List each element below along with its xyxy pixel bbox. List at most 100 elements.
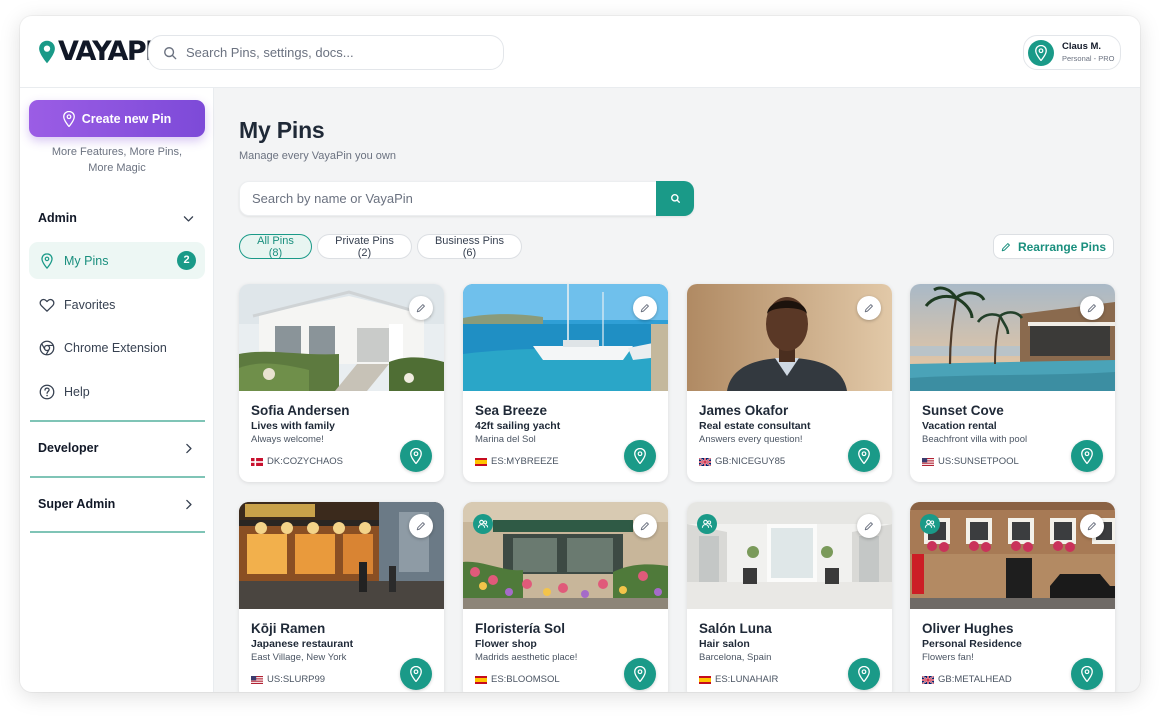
pin-icon xyxy=(858,448,870,464)
pin-description: East Village, New York xyxy=(251,652,347,663)
pin-name: Kōji Ramen xyxy=(251,621,326,636)
edit-pin-button[interactable] xyxy=(1080,514,1104,538)
edit-pin-button[interactable] xyxy=(409,296,433,320)
pin-description: Madrids aesthetic place! xyxy=(475,652,578,663)
pin-name: Salón Luna xyxy=(699,621,772,636)
pin-id: US:SUNSETPOOL xyxy=(922,456,1019,467)
pin-icon xyxy=(63,111,75,127)
filter-business-pins[interactable]: Business Pins (6) xyxy=(417,234,522,259)
pin-search-button[interactable] xyxy=(656,181,694,216)
create-new-pin-button[interactable]: Create new Pin xyxy=(29,100,205,137)
pencil-icon xyxy=(416,303,426,313)
pin-card-sunset-cove[interactable]: Sunset Cove Vacation rental Beachfront v… xyxy=(910,284,1115,482)
sidebar-divider xyxy=(30,476,205,478)
rearrange-pins-button[interactable]: Rearrange Pins xyxy=(993,234,1114,259)
nav-section-super-admin[interactable]: Super Admin xyxy=(30,494,205,514)
pin-tagline: Real estate consultant xyxy=(699,420,811,432)
pin-id: ES:MYBREEZE xyxy=(475,456,559,467)
sidebar-item-label: Help xyxy=(64,384,90,399)
filter-all-pins[interactable]: All Pins (8) xyxy=(239,234,312,259)
nav-section-admin[interactable]: Admin xyxy=(30,208,205,228)
pencil-icon xyxy=(864,303,874,313)
pin-id: GB:NICEGUY85 xyxy=(699,456,785,467)
open-pin-button[interactable] xyxy=(1071,440,1103,472)
pin-tagline: Personal Residence xyxy=(922,638,1022,650)
sidebar-item-help[interactable]: Help xyxy=(29,373,205,410)
edit-pin-button[interactable] xyxy=(857,296,881,320)
pencil-icon xyxy=(416,521,426,531)
user-menu[interactable]: Claus M. Personal - PRO xyxy=(1023,35,1121,70)
open-pin-button[interactable] xyxy=(1071,658,1103,690)
flag-dk-icon xyxy=(251,458,263,466)
pencil-icon xyxy=(640,303,650,313)
edit-pin-button[interactable] xyxy=(1080,296,1104,320)
global-search-input[interactable] xyxy=(186,45,486,60)
search-icon xyxy=(670,194,680,203)
open-pin-button[interactable] xyxy=(624,658,656,690)
pin-icon xyxy=(1081,448,1093,464)
open-pin-button[interactable] xyxy=(848,658,880,690)
pin-description: Flowers fan! xyxy=(922,652,974,663)
pin-description: Always welcome! xyxy=(251,434,324,445)
open-pin-button[interactable] xyxy=(400,658,432,690)
pin-name: Oliver Hughes xyxy=(922,621,1014,636)
sidebar-item-favorites[interactable]: Favorites xyxy=(29,286,205,323)
open-pin-button[interactable] xyxy=(624,440,656,472)
nav-section-developer[interactable]: Developer xyxy=(30,438,205,458)
pin-tagline: Vacation rental xyxy=(922,420,997,432)
page-subtitle: Manage every VayaPin you own xyxy=(239,150,396,162)
pin-name: James Okafor xyxy=(699,403,789,418)
pin-id: GB:METALHEAD xyxy=(922,674,1012,685)
pin-id: ES:LUNAHAIR xyxy=(699,674,778,685)
edit-pin-button[interactable] xyxy=(409,514,433,538)
business-pin-badge xyxy=(920,514,940,534)
edit-pin-button[interactable] xyxy=(633,514,657,538)
flag-es-icon xyxy=(475,676,487,684)
rearrange-pins-label: Rearrange Pins xyxy=(1017,239,1107,254)
chevron-down-icon xyxy=(183,215,194,222)
open-pin-button[interactable] xyxy=(400,440,432,472)
flag-es-icon xyxy=(699,676,711,684)
pin-id-text: US:SUNSETPOOL xyxy=(938,456,1019,467)
pin-id-text: US:SLURP99 xyxy=(267,674,326,685)
sidebar-item-my-pins[interactable]: My Pins 2 xyxy=(29,242,205,279)
sidebar-divider xyxy=(30,531,205,533)
help-icon xyxy=(39,384,55,399)
flag-us-icon xyxy=(251,676,263,684)
business-pin-badge xyxy=(697,514,717,534)
business-pin-badge xyxy=(473,514,493,534)
pin-card-koji-ramen[interactable]: Kōji Ramen Japanese restaurant East Vill… xyxy=(239,502,444,692)
nav-section-super-admin-label: Super Admin xyxy=(38,497,116,511)
top-header: VAYAPIN Claus M. Personal - PRO xyxy=(20,16,1140,88)
open-pin-button[interactable] xyxy=(848,440,880,472)
global-search-box[interactable] xyxy=(148,35,504,70)
pin-card-salon-luna[interactable]: Salón Luna Hair salon Barcelona, Spain E… xyxy=(687,502,892,692)
sidebar-item-label: My Pins xyxy=(64,253,109,268)
sidebar-item-chrome-extension[interactable]: Chrome Extension xyxy=(29,329,205,366)
pin-id-text: ES:BLOOMSOL xyxy=(491,674,560,685)
pin-name: Floristería Sol xyxy=(475,621,566,636)
pin-card-sea-breeze[interactable]: Sea Breeze 42ft sailing yacht Marina del… xyxy=(463,284,668,482)
app-window: VAYAPIN Claus M. Personal - PRO Create n… xyxy=(20,16,1140,692)
filter-private-pins[interactable]: Private Pins (2) xyxy=(317,234,412,259)
pin-card-sofia-andersen[interactable]: Sofia Andersen Lives with family Always … xyxy=(239,284,444,482)
pencil-icon xyxy=(1001,242,1010,251)
pin-card-oliver-hughes[interactable]: Oliver Hughes Personal Residence Flowers… xyxy=(910,502,1115,692)
edit-pin-button[interactable] xyxy=(857,514,881,538)
pin-description: Beachfront villa with pool xyxy=(922,434,1028,445)
pin-search-input[interactable] xyxy=(252,191,642,206)
logo-pin-icon xyxy=(39,40,55,64)
create-pin-tagline: More Features, More Pins, More Magic xyxy=(29,145,205,176)
edit-pin-button[interactable] xyxy=(633,296,657,320)
pin-tagline: Japanese restaurant xyxy=(251,638,354,650)
chrome-icon xyxy=(39,340,55,355)
pencil-icon xyxy=(1087,303,1097,313)
chevron-right-icon xyxy=(186,499,192,509)
pin-card-james-okafor[interactable]: James Okafor Real estate consultant Answ… xyxy=(687,284,892,482)
pin-card-floristeria-sol[interactable]: Floristería Sol Flower shop Madrids aest… xyxy=(463,502,668,692)
pin-search-box xyxy=(239,181,694,216)
search-icon xyxy=(164,46,177,59)
sidebar-divider xyxy=(30,420,205,422)
pin-tagline: Hair salon xyxy=(699,638,750,650)
page-title: My Pins xyxy=(239,117,325,143)
